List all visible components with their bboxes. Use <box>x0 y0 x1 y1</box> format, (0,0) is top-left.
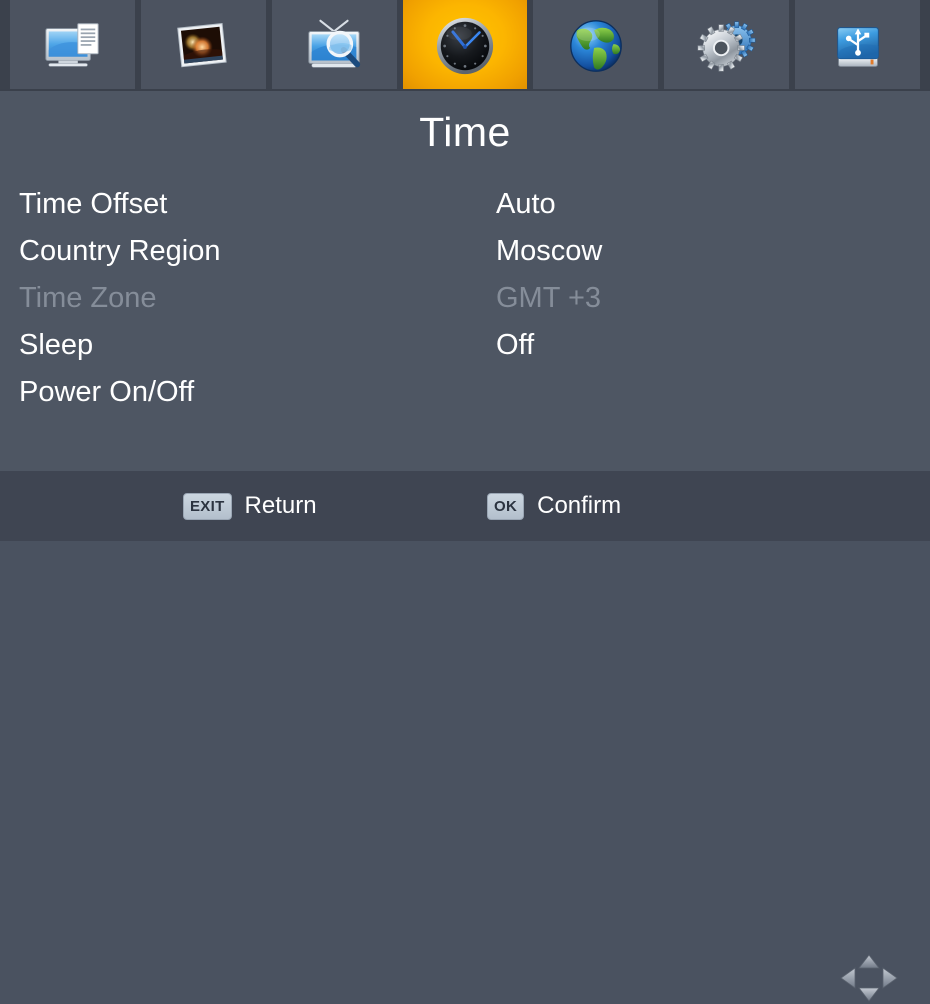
hint-confirm[interactable]: OK Confirm <box>487 492 621 520</box>
photo-icon <box>177 22 227 67</box>
menu-label-country-region: Country Region <box>19 235 221 267</box>
monitor-document-icon <box>45 22 100 67</box>
globe-icon <box>569 19 622 72</box>
menu-row-time-zone: Time Zone GMT +3 <box>0 275 930 322</box>
menu-value-time-zone: GMT +3 <box>496 282 602 314</box>
menu-row-sleep[interactable]: Sleep Off <box>0 322 930 369</box>
footer-hint-bar: EXIT Return OK Confirm <box>0 471 930 1002</box>
page-title: Time <box>419 109 511 155</box>
usb-drive-icon <box>836 26 879 67</box>
tab-picture-settings[interactable] <box>137 0 269 91</box>
menu-label-time-zone: Time Zone <box>19 282 157 314</box>
tab-network[interactable] <box>530 0 662 91</box>
hint-return[interactable]: EXIT Return <box>183 492 317 520</box>
tab-bar <box>0 0 930 91</box>
content-panel: Time Time Offset Auto Country Region Mos… <box>0 91 930 471</box>
tab-system-setup[interactable] <box>0 0 138 91</box>
direction-pad-icon[interactable] <box>833 952 905 1004</box>
settings-menu: Time Offset Auto Country Region Moscow T… <box>0 181 930 416</box>
tab-settings[interactable] <box>661 0 793 91</box>
hint-return-label: Return <box>244 492 317 519</box>
menu-row-time-offset[interactable]: Time Offset Auto <box>0 181 930 228</box>
ok-key-badge: OK <box>487 492 525 520</box>
tab-time[interactable] <box>399 0 531 91</box>
tv-settings-screen: Time Time Offset Auto Country Region Mos… <box>0 0 930 1002</box>
tab-channel-search[interactable] <box>268 0 400 91</box>
menu-row-power-on-off[interactable]: Power On/Off <box>0 369 930 416</box>
menu-label-time-offset: Time Offset <box>19 188 168 220</box>
hint-confirm-label: Confirm <box>537 492 622 519</box>
exit-key-badge: EXIT <box>183 492 232 520</box>
menu-value-time-offset: Auto <box>496 188 556 220</box>
menu-row-country-region[interactable]: Country Region Moscow <box>0 228 930 275</box>
tv-magnifier-icon <box>308 19 361 68</box>
gears-icon <box>697 20 756 71</box>
menu-value-sleep: Off <box>496 329 535 361</box>
menu-value-country-region: Moscow <box>496 235 603 267</box>
menu-label-sleep: Sleep <box>19 329 94 361</box>
tab-usb-media[interactable] <box>792 0 930 91</box>
clock-icon <box>436 17 494 74</box>
menu-label-power-on-off: Power On/Off <box>19 376 195 408</box>
